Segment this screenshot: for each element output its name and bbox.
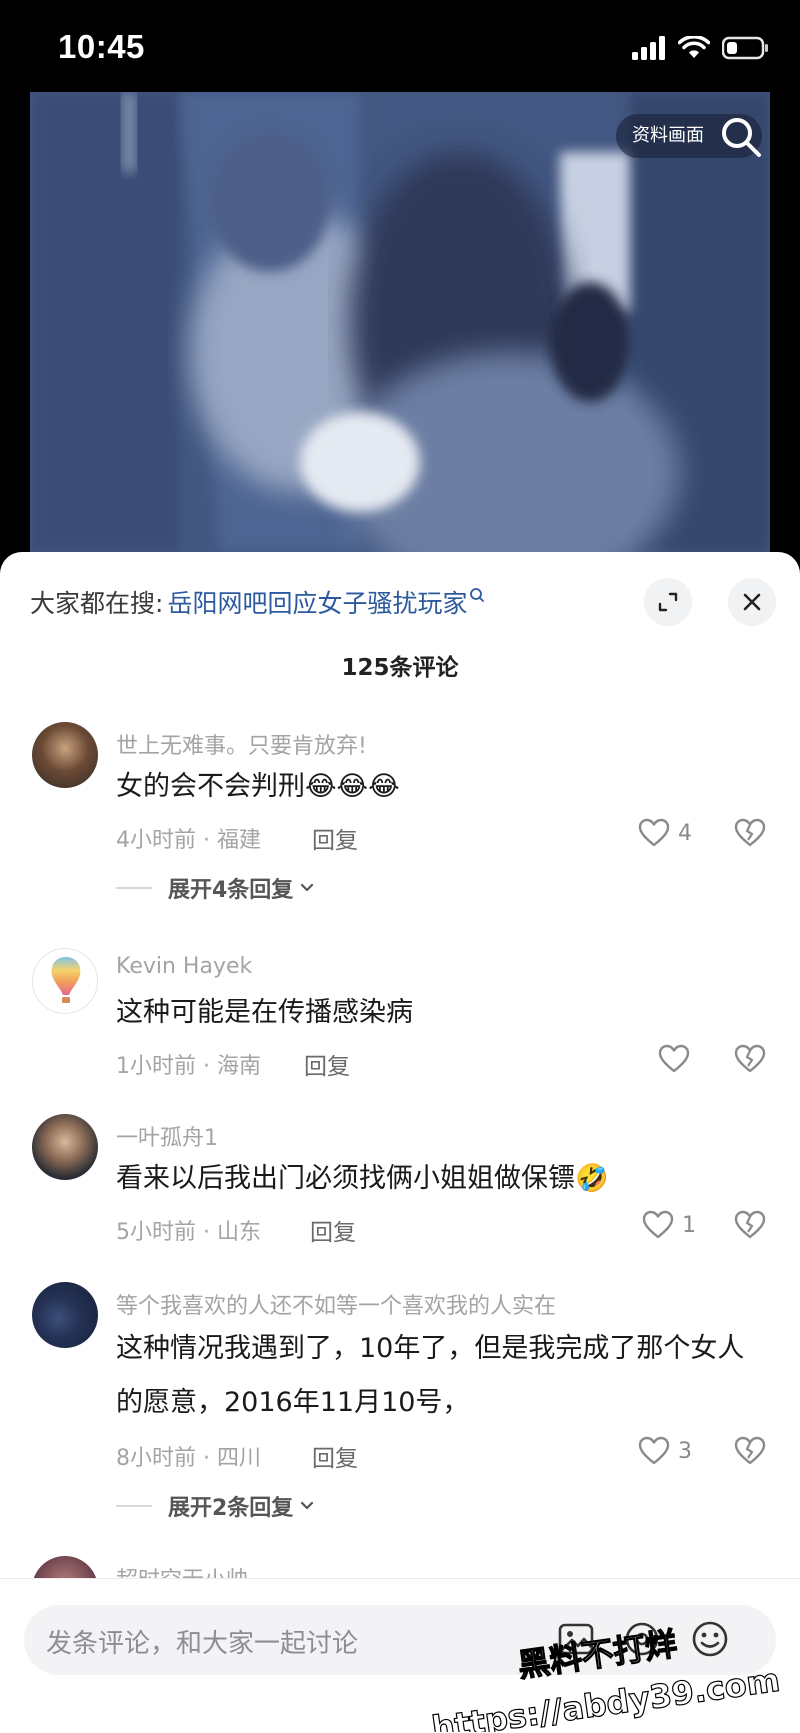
avatar[interactable] <box>32 722 98 788</box>
avatar[interactable] <box>32 1282 98 1348</box>
trending-search-prefix: 大家都在搜: <box>30 589 164 618</box>
broken-heart-icon[interactable] <box>734 1436 766 1466</box>
video-player[interactable]: 资料画面 <box>30 92 770 552</box>
comment-time-location: 8小时前 · 四川 <box>116 1446 261 1471</box>
reply-button[interactable]: 回复 <box>310 1213 356 1247</box>
comment-username[interactable]: 一叶孤舟1 <box>116 1120 218 1152</box>
comment-text: 这种可能是在传播感染病 <box>116 997 413 1028</box>
watermark-line1: 黑料不打烊 <box>516 1625 680 1685</box>
comment-item: 世上无难事。只要肯放弃! 女的会不会判刑😂😂😂 4小时前 · 福建 回复 4 展… <box>0 722 800 912</box>
laughing-emoji-icon: 🤣 <box>575 1163 609 1194</box>
video-frame <box>30 92 770 552</box>
heart-icon <box>658 1044 690 1073</box>
broken-heart-icon[interactable] <box>734 1210 766 1240</box>
search-icon <box>470 588 485 602</box>
comment-username[interactable]: 等个我喜欢的人还不如等一个喜欢我的人实在 <box>116 1288 556 1320</box>
heart-icon <box>638 1436 670 1465</box>
divider <box>116 887 152 889</box>
avatar[interactable] <box>32 1556 98 1578</box>
comment-time-location: 5小时前 · 山东 <box>116 1220 261 1245</box>
like-button[interactable]: 3 <box>638 1436 692 1466</box>
avatar[interactable] <box>32 948 98 1014</box>
reply-button[interactable]: 回复 <box>312 1439 358 1473</box>
expand-replies-button[interactable]: 展开2条回复 <box>116 1490 315 1522</box>
comment-username[interactable]: 世上无难事。只要肯放弃! <box>116 728 367 760</box>
comment-item: Kevin Hayek 这种可能是在传播感染病 1小时前 · 海南 回复 <box>0 948 800 1081</box>
chevron-down-icon <box>301 1501 314 1510</box>
expand-icon <box>658 592 678 612</box>
divider <box>116 1505 152 1507</box>
comment-text: 这种情况我遇到了，10年了，但是我完成了那个女人的愿意，2016年11月10号， <box>116 1333 745 1418</box>
comment-item: 等个我喜欢的人还不如等一个喜欢我的人实在 这种情况我遇到了，10年了，但是我完成… <box>0 1282 800 1552</box>
comment-text-body: 看来以后我出门必须找俩小姐姐做保镖 <box>116 1163 575 1194</box>
reply-button[interactable]: 回复 <box>312 821 358 855</box>
comment-time-location: 1小时前 · 海南 <box>116 1054 261 1079</box>
search-icon[interactable] <box>716 112 766 162</box>
status-time: 10:45 <box>58 28 145 65</box>
broken-heart-icon[interactable] <box>734 818 766 848</box>
battery-icon <box>722 36 768 60</box>
expand-replies-label: 展开4条回复 <box>168 878 294 903</box>
comment-text-body: 女的会不会判刑 <box>116 771 305 802</box>
comment-username[interactable]: 超时空无小帅 <box>116 1562 248 1578</box>
like-count: 1 <box>682 1212 696 1238</box>
avatar[interactable] <box>32 1114 98 1180</box>
cellular-signal-icon <box>632 36 665 60</box>
comment-sheet: 大家都在搜: 岳阳网吧回应女子骚扰玩家 125条评论 世上无难事。只要肯放弃! … <box>0 552 800 1733</box>
heart-icon <box>638 818 670 847</box>
comment-count: 125条评论 <box>341 655 459 681</box>
comment-time-location: 4小时前 · 福建 <box>116 828 261 853</box>
close-sheet-button[interactable] <box>728 578 776 626</box>
laughing-emoji-icon: 😂😂😂 <box>305 771 400 802</box>
broken-heart-icon[interactable] <box>734 1044 766 1074</box>
like-count: 3 <box>678 1438 692 1464</box>
like-count: 4 <box>678 820 692 846</box>
comment-input-placeholder: 发条评论，和大家一起讨论 <box>46 1629 359 1659</box>
like-button[interactable]: 1 <box>642 1210 696 1240</box>
status-icons <box>632 34 770 62</box>
trending-search-link[interactable]: 岳阳网吧回应女子骚扰玩家 <box>167 584 467 620</box>
comment-text: 看来以后我出门必须找俩小姐姐做保镖🤣 <box>116 1154 756 1204</box>
comment-item: 一叶孤舟1 看来以后我出门必须找俩小姐姐做保镖🤣 5小时前 · 山东 回复 1 <box>0 1114 800 1247</box>
comment-item: 超时空无小帅 <box>0 1556 800 1578</box>
trending-search-row: 大家都在搜: 岳阳网吧回应女子骚扰玩家 <box>30 580 485 624</box>
like-button[interactable]: 4 <box>638 818 692 848</box>
expand-replies-label: 展开2条回复 <box>168 1496 294 1521</box>
like-button[interactable] <box>658 1044 690 1074</box>
status-bar: 10:45 <box>0 0 800 92</box>
reply-button[interactable]: 回复 <box>304 1047 350 1081</box>
close-icon <box>743 593 761 611</box>
wifi-icon <box>678 36 710 58</box>
heart-icon <box>642 1210 674 1239</box>
chevron-down-icon <box>301 883 314 892</box>
hot-air-balloon-icon <box>51 957 81 1003</box>
comment-username[interactable]: Kevin Hayek <box>116 954 252 979</box>
comment-text: 女的会不会判刑😂😂😂 <box>116 762 756 812</box>
watermark: 黑料不打烊 https://abdy39.com <box>429 1624 783 1732</box>
expand-replies-button[interactable]: 展开4条回复 <box>116 872 315 904</box>
expand-sheet-button[interactable] <box>644 578 692 626</box>
